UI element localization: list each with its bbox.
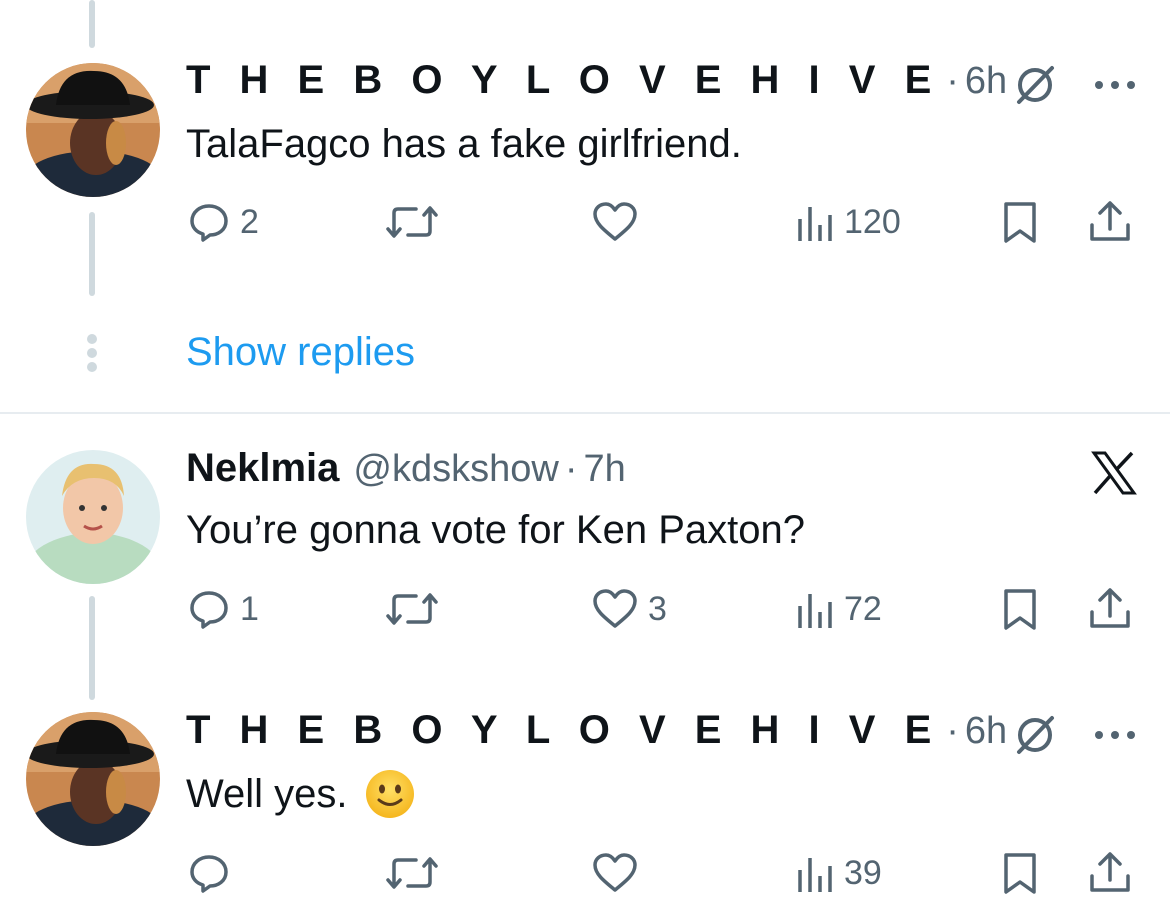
action-bar: 39	[186, 848, 1146, 898]
tweet-text: Well yes.	[186, 771, 348, 816]
reply-button[interactable]: 2	[186, 197, 259, 247]
thread-line-lower	[89, 596, 95, 700]
action-bar: 1 3 72	[186, 584, 1146, 634]
views-count: 120	[844, 202, 901, 241]
bookmark-button[interactable]	[998, 848, 1042, 898]
timestamp[interactable]: 6h	[965, 710, 1007, 753]
retweet-button[interactable]	[382, 197, 442, 247]
separator: ·	[946, 710, 959, 752]
x-logo-icon	[1090, 450, 1138, 501]
avatar[interactable]	[26, 63, 160, 197]
like-button[interactable]: 3	[590, 584, 667, 634]
tweet-text: TalaFagco has a fake girlfriend.	[186, 122, 742, 166]
views-icon	[798, 858, 832, 892]
tweet-header: T H E B O Y L O V E H I V E · 6h	[186, 708, 1007, 758]
heart-icon	[593, 853, 637, 892]
retweet-icon	[386, 206, 438, 238]
tweet-header: Neklmia @kdskshow · 7h	[186, 446, 626, 496]
bookmark-icon	[1004, 202, 1036, 243]
thread-line-top	[89, 0, 95, 48]
timestamp[interactable]: 6h	[965, 60, 1007, 103]
timestamp[interactable]: 7h	[584, 448, 626, 491]
like-count: 3	[648, 589, 667, 628]
views-button[interactable]: 120	[796, 197, 901, 247]
no-symbol-icon	[1012, 62, 1058, 113]
user-handle[interactable]: @kdskshow	[353, 448, 558, 491]
views-count: 72	[844, 589, 882, 628]
retweet-icon	[386, 593, 438, 625]
reply-icon	[190, 591, 228, 629]
reply-icon	[190, 204, 228, 242]
show-replies-link[interactable]: Show replies	[186, 330, 415, 375]
no-symbol-icon	[1012, 712, 1058, 763]
more-icon[interactable]	[1092, 728, 1138, 747]
avatar[interactable]	[26, 712, 160, 846]
reply-count: 2	[240, 202, 259, 241]
display-name[interactable]: T H E B O Y L O V E H I V E	[186, 58, 940, 103]
bookmark-icon	[1004, 853, 1036, 894]
share-button[interactable]	[1086, 584, 1134, 634]
display-name[interactable]: Neklmia	[186, 446, 339, 491]
retweet-button[interactable]	[382, 584, 442, 634]
share-icon	[1090, 852, 1130, 892]
views-icon	[798, 207, 832, 241]
views-icon	[798, 594, 832, 628]
views-button[interactable]: 72	[796, 584, 882, 634]
share-button[interactable]	[1086, 197, 1134, 247]
reply-button[interactable]: 1	[186, 584, 259, 634]
tweet-text: You’re gonna vote for Ken Paxton?	[186, 508, 805, 552]
tweet-header: T H E B O Y L O V E H I V E · 6h	[186, 58, 1007, 108]
reply-count: 1	[240, 589, 259, 628]
bookmark-button[interactable]	[998, 197, 1042, 247]
action-bar: 2 120	[186, 197, 1146, 247]
like-button[interactable]	[590, 848, 640, 898]
more-icon[interactable]	[1092, 78, 1138, 97]
thread-line-mid	[89, 212, 95, 296]
slightly-smiling-face-icon	[364, 768, 416, 820]
share-icon	[1090, 201, 1130, 241]
retweet-icon	[386, 857, 438, 889]
display-name[interactable]: T H E B O Y L O V E H I V E	[186, 708, 940, 753]
views-count: 39	[844, 853, 882, 892]
bookmark-button[interactable]	[998, 584, 1042, 634]
tweet-text-row: Well yes.	[186, 768, 416, 820]
thread-dots	[86, 334, 98, 372]
separator: ·	[946, 60, 959, 102]
bookmark-icon	[1004, 589, 1036, 630]
reply-icon	[190, 855, 228, 893]
retweet-button[interactable]	[382, 848, 442, 898]
divider	[0, 412, 1170, 414]
like-button[interactable]	[590, 197, 640, 247]
share-button[interactable]	[1086, 848, 1134, 898]
avatar[interactable]	[26, 450, 160, 584]
heart-icon	[593, 589, 637, 628]
reply-button[interactable]	[186, 848, 232, 898]
views-button[interactable]: 39	[796, 848, 882, 898]
heart-icon	[593, 202, 637, 241]
separator: ·	[564, 448, 578, 490]
share-icon	[1090, 588, 1130, 628]
